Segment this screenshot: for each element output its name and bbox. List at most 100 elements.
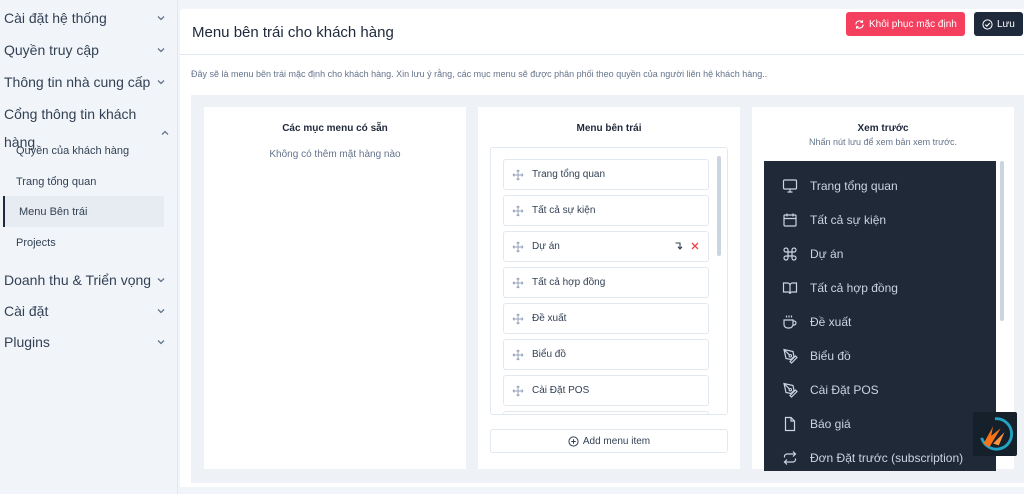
add-menu-item-button[interactable]: Add menu item [490, 429, 728, 453]
left-menu-list: Trang tổng quan Tất cả sự kiện Dự án Tất… [490, 147, 728, 415]
move-handle-icon[interactable] [512, 349, 524, 361]
move-handle-icon[interactable] [512, 241, 524, 253]
sidebar-subitem-label: Trang tổng quan [16, 175, 97, 188]
menu-item-label: Dự án [532, 241, 560, 252]
save-button[interactable]: Lưu [974, 12, 1023, 36]
preview-item-events: Tất cả sự kiện [782, 210, 886, 230]
left-menu-scrollbar[interactable] [717, 156, 721, 256]
sidebar-item-label: Quyền truy cập [4, 42, 99, 58]
sidebar-item-customer-portal[interactable]: Cổng thông tin khách hàng [0, 100, 178, 150]
sidebar-item-label: Plugins [4, 334, 50, 350]
sidebar-subitem-left-menu[interactable]: Menu Bên trái [3, 196, 164, 227]
left-menu-column: Menu bên trái Trang tổng quan Tất cả sự … [478, 107, 740, 469]
available-items-column: Các mục menu có sẵn Không có thêm mặt hà… [204, 107, 466, 469]
sidebar-item-label: Cài đặt [4, 303, 49, 319]
chevron-down-icon [156, 337, 166, 347]
add-menu-item-label: Add menu item [582, 435, 651, 447]
monitor-icon [782, 179, 798, 193]
coffee-icon [783, 315, 797, 329]
menu-board: Các mục menu có sẵn Không có thêm mặt hà… [191, 95, 1024, 483]
preview-item-label: Tất cả sự kiện [810, 213, 887, 227]
sidebar-item-settings[interactable]: Cài đặt [0, 295, 178, 327]
move-handle-icon[interactable] [512, 313, 524, 325]
sidebar-subitem-label: Projects [16, 236, 56, 249]
menu-item-label: Đề xuất [532, 313, 567, 324]
preview-item-label: Báo giá [810, 417, 851, 431]
chevron-down-icon [156, 45, 166, 55]
menu-item-proposals[interactable]: Đề xuất [503, 303, 709, 334]
sidebar-item-vendor-info[interactable]: Thông tin nhà cung cấp [0, 66, 178, 98]
preview-item-dashboard: Trang tổng quan [782, 176, 898, 196]
sidebar-subitem-label: Quyền của khách hàng [16, 144, 130, 157]
book-open-icon [782, 282, 798, 295]
save-label: Lưu [997, 18, 1015, 30]
sidebar-subitem-projects[interactable]: Projects [0, 227, 178, 258]
preview-item-label: Dự án [810, 247, 844, 261]
preview-item-pos-settings: Cài Đặt POS [782, 380, 879, 400]
sidebar-item-label: Thông tin nhà cung cấp [4, 74, 151, 90]
preview-item-contracts: Tất cả hợp đồng [782, 278, 898, 298]
menu-item-label: Tất cả hợp đồng [532, 277, 606, 288]
sidebar: Cài đặt hệ thống Quyền truy cập Thông ti… [0, 0, 178, 494]
move-handle-icon[interactable] [512, 169, 524, 181]
sidebar-item-plugins[interactable]: Plugins [0, 326, 178, 358]
preview-item-label: Tất cả hợp đồng [810, 281, 898, 295]
plus-circle-icon [568, 435, 579, 447]
menu-item-label: Cài Đặt POS [532, 385, 590, 396]
reset-default-button[interactable]: Khôi phục mặc định [846, 12, 965, 36]
brand-logo [973, 412, 1017, 456]
page-description: Đây sẽ là menu bên trái mặc định cho khá… [191, 69, 768, 79]
calendar-icon [783, 213, 797, 227]
refresh-icon [855, 19, 864, 29]
menu-item-pos-settings[interactable]: Cài Đặt POS [503, 375, 709, 406]
reset-default-label: Khôi phục mặc định [869, 18, 957, 30]
preview-item-proposals: Đề xuất [782, 312, 851, 332]
close-icon[interactable] [690, 241, 700, 251]
check-circle-icon [982, 18, 993, 30]
menu-item-label: Tất cả sự kiện [532, 205, 596, 216]
sidebar-item-label: Cổng thông tin khách hàng [4, 106, 137, 150]
sidebar-subitem-customer-permissions[interactable]: Quyền của khách hàng [0, 135, 178, 166]
sidebar-item-revenue[interactable]: Doanh thu & Triển vọng [0, 264, 178, 296]
menu-item-charts[interactable]: Biểu đồ [503, 339, 709, 370]
preview-scrollbar[interactable] [1000, 161, 1004, 321]
page-title: Menu bên trái cho khách hàng [192, 24, 394, 41]
corner-down-right-icon[interactable] [674, 241, 684, 251]
preview-item-projects: Dự án [782, 244, 843, 264]
sidebar-subitem-label: Menu Bên trái [19, 205, 88, 218]
preview-subtitle: Nhấn nút lưu để xem bản xem trước. [808, 137, 958, 147]
menu-item-label: Trang tổng quan [532, 169, 606, 180]
sidebar-item-access[interactable]: Quyền truy cập [0, 34, 178, 66]
page-header: Menu bên trái cho khách hàng Khôi phục m… [180, 9, 1024, 55]
available-items-title: Các mục menu có sẵn [282, 123, 388, 134]
sidebar-item-system-settings[interactable]: Cài đặt hệ thống [0, 2, 178, 34]
preview-item-label: Cài Đặt POS [810, 383, 879, 397]
chevron-down-icon [156, 77, 166, 87]
preview-item-subscriptions: Đơn Đặt trước (subscription) [782, 448, 963, 468]
brand-logo-icon [980, 417, 1014, 451]
file-icon [784, 416, 796, 432]
menu-item-events[interactable]: Tất cả sự kiện [503, 195, 709, 226]
move-handle-icon[interactable] [512, 277, 524, 289]
available-items-empty: Không có thêm mặt hàng nào [269, 149, 401, 160]
preview-item-quotes: Báo giá [782, 414, 851, 434]
preview-panel: Trang tổng quan Tất cả sự kiện Dự án Tất… [764, 161, 996, 471]
chevron-down-icon [156, 306, 166, 316]
sidebar-subitem-dashboard[interactable]: Trang tổng quan [0, 166, 178, 197]
move-handle-icon[interactable] [512, 205, 524, 217]
left-menu-title: Menu bên trái [576, 123, 642, 134]
chevron-down-icon [156, 275, 166, 285]
preview-item-label: Đề xuất [810, 315, 852, 329]
menu-item-contracts[interactable]: Tất cả hợp đồng [503, 267, 709, 298]
sidebar-item-label: Cài đặt hệ thống [4, 10, 107, 26]
main-panel: Menu bên trái cho khách hàng Khôi phục m… [180, 9, 1024, 487]
pen-tool-icon [783, 348, 798, 364]
move-handle-icon[interactable] [512, 385, 524, 397]
chevron-down-icon [156, 13, 166, 23]
repeat-icon [783, 451, 797, 465]
menu-item-dashboard[interactable]: Trang tổng quan [503, 159, 709, 190]
menu-item-projects[interactable]: Dự án [503, 231, 709, 262]
menu-item-actions [674, 241, 700, 251]
preview-item-label: Biểu đồ [810, 349, 851, 363]
menu-item-label: Biểu đồ [532, 349, 566, 360]
